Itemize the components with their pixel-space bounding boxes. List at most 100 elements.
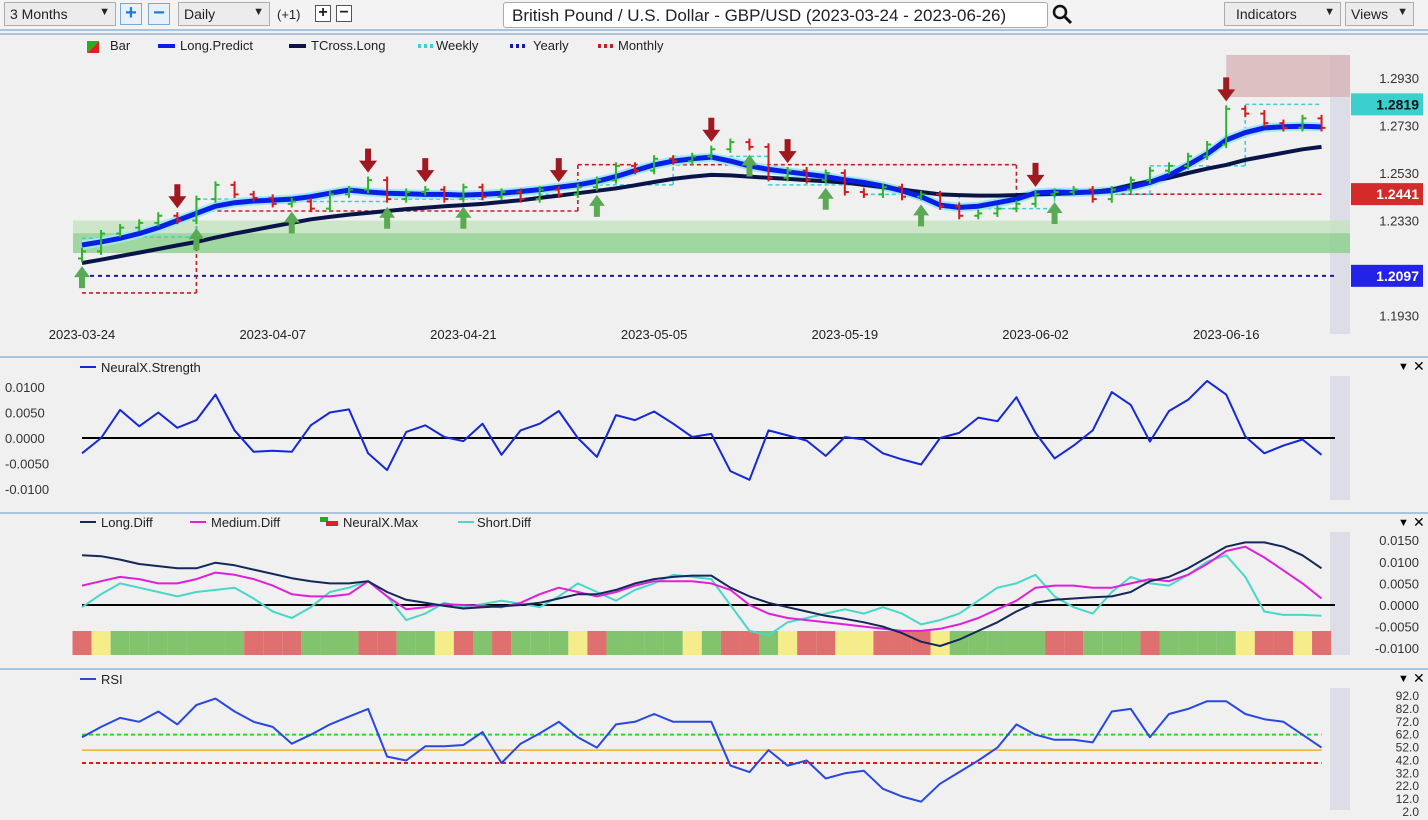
neuralx-max-cell bbox=[72, 631, 92, 655]
neuralx-max-cell bbox=[663, 631, 683, 655]
price-label-text: 1.2097 bbox=[1376, 268, 1419, 284]
diff-y-tick: 0.0150 bbox=[1379, 533, 1419, 548]
x-tick-label: 2023-06-02 bbox=[1002, 327, 1069, 342]
neuralx-max-cell bbox=[1006, 631, 1027, 655]
price-zone bbox=[73, 233, 1350, 254]
neuralx-max-cell bbox=[778, 631, 798, 655]
neuralx-max-cell bbox=[453, 631, 473, 655]
price-zone bbox=[1226, 54, 1350, 97]
neuralx-max-cell bbox=[1216, 631, 1236, 655]
panel-menu-icon: ▼ bbox=[1398, 517, 1409, 529]
neuralx-max-cell bbox=[320, 631, 340, 655]
neuralx-max-cell bbox=[720, 631, 740, 655]
neuralx-max-cell bbox=[1235, 631, 1255, 655]
neuralx-max-cell bbox=[263, 631, 283, 655]
scroll-strip bbox=[1330, 688, 1350, 810]
legend-yearly: Yearly bbox=[533, 38, 569, 53]
strength-y-tick: -0.0050 bbox=[5, 457, 49, 472]
neuralx-max-cell bbox=[91, 631, 111, 655]
neuralx-max-cell bbox=[530, 631, 550, 655]
neuralx-max-cell bbox=[396, 631, 416, 655]
neuralx-max-cell bbox=[415, 631, 435, 655]
diff-y-tick: 0.0000 bbox=[1379, 598, 1419, 613]
legend-short-diff: Short.Diff bbox=[477, 515, 531, 530]
diff-y-tick: 0.0050 bbox=[1379, 576, 1419, 591]
neuralx-max-cell bbox=[568, 631, 588, 655]
legend-tcross-long: TCross.Long bbox=[311, 38, 385, 53]
neuralx-max-cell bbox=[625, 631, 645, 655]
neuralx-max-cell bbox=[873, 631, 893, 655]
neuralx-max-cell bbox=[1045, 631, 1065, 655]
diff-y-tick: 0.0100 bbox=[1379, 555, 1419, 570]
y-tick-label: 1.2730 bbox=[1379, 119, 1419, 134]
neuralx-max-cell bbox=[797, 631, 817, 655]
neuralx-max-cell bbox=[511, 631, 531, 655]
price-label-text: 1.2441 bbox=[1376, 186, 1419, 202]
neuralx-max-cell bbox=[892, 631, 912, 655]
neuralx-max-cell bbox=[682, 631, 702, 655]
panel-background bbox=[0, 33, 1428, 352]
neuralx-max-cell bbox=[110, 631, 130, 655]
x-tick-label: 2023-03-24 bbox=[49, 327, 116, 342]
x-tick-label: 2023-05-05 bbox=[621, 327, 688, 342]
neuralx-max-cell bbox=[1197, 631, 1217, 655]
close-icon: ✕ bbox=[1413, 514, 1425, 530]
strength-y-tick: 0.0050 bbox=[5, 406, 45, 421]
neuralx-max-cell bbox=[1312, 631, 1332, 655]
neuralx-max-cell bbox=[1102, 631, 1122, 655]
panel-menu-icon: ▼ bbox=[1398, 673, 1409, 685]
neuralx-max-cell bbox=[701, 631, 721, 655]
neuralx-max-cell bbox=[225, 631, 245, 655]
scroll-strip bbox=[1330, 532, 1350, 655]
neuralx-max-cell bbox=[1273, 631, 1294, 655]
neuralx-max-cell bbox=[339, 631, 359, 655]
neuralx-max-cell bbox=[606, 631, 626, 655]
legend-rsi: RSI bbox=[101, 672, 123, 687]
neuralx-max-cell bbox=[282, 631, 302, 655]
chart-area[interactable]: ▼ ✕ ▼ ✕ ▼ ✕ 1.2819 1.2441 1.2097 Bar Long.Predi… bbox=[0, 0, 1428, 820]
x-tick-label: 2023-05-19 bbox=[812, 327, 879, 342]
neuralx-max-cell bbox=[472, 631, 493, 655]
neuralx-max-cell bbox=[1159, 631, 1179, 655]
neuralx-max-cell bbox=[1064, 631, 1084, 655]
panel-menu-icon: ▼ bbox=[1398, 361, 1409, 373]
neuralx-max-legend-icon bbox=[326, 521, 338, 526]
legend-neuralx-max: NeuralX.Max bbox=[343, 515, 419, 530]
neuralx-max-cell bbox=[1292, 631, 1313, 655]
y-tick-label: 1.2930 bbox=[1379, 71, 1419, 86]
neuralx-max-cell bbox=[1083, 631, 1103, 655]
legend-monthly: Monthly bbox=[618, 38, 664, 53]
neuralx-max-cell bbox=[301, 631, 321, 655]
neuralx-max-cell bbox=[816, 631, 836, 655]
neuralx-max-cell bbox=[949, 631, 969, 655]
neuralx-max-cell bbox=[1121, 631, 1141, 655]
neuralx-max-cell bbox=[377, 631, 397, 655]
neuralx-max-cell bbox=[129, 631, 149, 655]
close-icon: ✕ bbox=[1413, 670, 1425, 686]
strength-y-tick: 0.0000 bbox=[5, 431, 45, 446]
neuralx-max-cell bbox=[987, 631, 1007, 655]
neuralx-max-cell bbox=[167, 631, 187, 655]
neuralx-max-cell bbox=[549, 631, 569, 655]
y-tick-label: 1.2330 bbox=[1379, 214, 1419, 229]
neuralx-max-cell bbox=[587, 631, 607, 655]
neuralx-max-cell bbox=[1178, 631, 1198, 655]
neuralx-max-cell bbox=[358, 631, 378, 655]
neuralx-max-cell bbox=[205, 631, 226, 655]
legend-long-predict: Long.Predict bbox=[180, 38, 253, 53]
neuralx-max-cell bbox=[1140, 631, 1160, 655]
legend-weekly: Weekly bbox=[436, 38, 479, 53]
diff-y-tick: -0.0100 bbox=[1375, 641, 1419, 656]
neuralx-max-cell bbox=[1254, 631, 1274, 655]
neuralx-max-cell bbox=[492, 631, 512, 655]
x-tick-label: 2023-04-07 bbox=[239, 327, 306, 342]
y-tick-label: 1.2530 bbox=[1379, 166, 1419, 181]
y-tick-label: 1.1930 bbox=[1379, 309, 1419, 324]
legend-long-diff: Long.Diff bbox=[101, 515, 153, 530]
strength-y-tick: -0.0100 bbox=[5, 482, 49, 497]
neuralx-max-cell bbox=[1026, 631, 1046, 655]
strength-y-tick: 0.0100 bbox=[5, 380, 45, 395]
neuralx-max-cell bbox=[148, 631, 168, 655]
legend-medium-diff: Medium.Diff bbox=[211, 515, 281, 530]
legend-strength: NeuralX.Strength bbox=[101, 360, 201, 375]
